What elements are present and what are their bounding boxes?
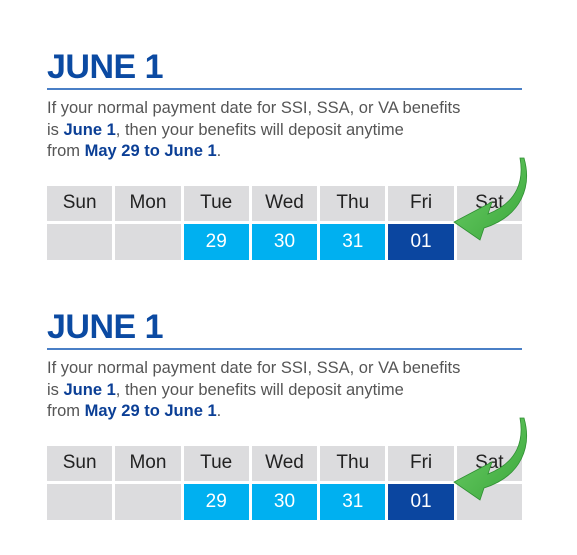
weekday-mon: Mon: [115, 185, 181, 221]
date-cell-01-payment: 01: [388, 223, 454, 260]
date-cell-empty: [115, 483, 181, 520]
highlight-date: June 1: [63, 380, 116, 399]
desc-line-1: If your normal payment date for SSI, SSA…: [47, 359, 461, 377]
date-cell-empty: [115, 223, 181, 260]
weekday-sun: Sun: [47, 185, 113, 221]
week-calendar: Sun Mon Tue Wed Thu Fri Sat 29 30 31 01: [47, 185, 522, 260]
date-cell-empty: [456, 483, 522, 520]
weekday-mon: Mon: [115, 445, 181, 481]
date-cell-29: 29: [183, 483, 249, 520]
payment-section-1: JUNE 1 If your normal payment date for S…: [47, 50, 522, 260]
section-description: If your normal payment date for SSI, SSA…: [47, 98, 522, 163]
date-cell-empty: [47, 483, 113, 520]
weekday-sat: Sat: [456, 185, 522, 221]
weekday-tue: Tue: [183, 185, 249, 221]
date-cell-31: 31: [320, 483, 386, 520]
section-title: JUNE 1: [47, 308, 164, 346]
payment-section-2: JUNE 1 If your normal payment date for S…: [47, 310, 522, 520]
date-cell-01-payment: 01: [388, 483, 454, 520]
date-cell-29: 29: [183, 223, 249, 260]
highlight-date: June 1: [63, 120, 116, 139]
desc-line-2: is June 1, then your benefits will depos…: [47, 380, 404, 399]
date-cell-31: 31: [320, 223, 386, 260]
title-divider: [47, 348, 522, 350]
weekday-thu: Thu: [320, 445, 386, 481]
weekday-wed: Wed: [251, 185, 318, 221]
desc-line-3: from May 29 to June 1.: [47, 142, 222, 160]
weekday-sun: Sun: [47, 445, 113, 481]
date-cell-30: 30: [251, 223, 318, 260]
section-title: JUNE 1: [47, 48, 164, 86]
highlight-range: May 29 to June 1: [84, 142, 217, 160]
desc-line-2: is June 1, then your benefits will depos…: [47, 120, 404, 139]
date-row: 29 30 31 01: [47, 483, 522, 520]
weekday-thu: Thu: [320, 185, 386, 221]
highlight-range: May 29 to June 1: [84, 402, 217, 420]
weekday-sat: Sat: [456, 445, 522, 481]
date-cell-empty: [47, 223, 113, 260]
desc-line-3: from May 29 to June 1.: [47, 402, 222, 420]
date-cell-empty: [456, 223, 522, 260]
week-calendar: Sun Mon Tue Wed Thu Fri Sat 29 30 31 01: [47, 445, 522, 520]
date-cell-30: 30: [251, 483, 318, 520]
desc-line-1: If your normal payment date for SSI, SSA…: [47, 99, 461, 117]
weekday-tue: Tue: [183, 445, 249, 481]
weekday-fri: Fri: [388, 445, 454, 481]
weekday-header-row: Sun Mon Tue Wed Thu Fri Sat: [47, 445, 522, 481]
title-divider: [47, 88, 522, 90]
section-description: If your normal payment date for SSI, SSA…: [47, 358, 522, 423]
weekday-wed: Wed: [251, 445, 318, 481]
date-row: 29 30 31 01: [47, 223, 522, 260]
weekday-fri: Fri: [388, 185, 454, 221]
weekday-header-row: Sun Mon Tue Wed Thu Fri Sat: [47, 185, 522, 221]
